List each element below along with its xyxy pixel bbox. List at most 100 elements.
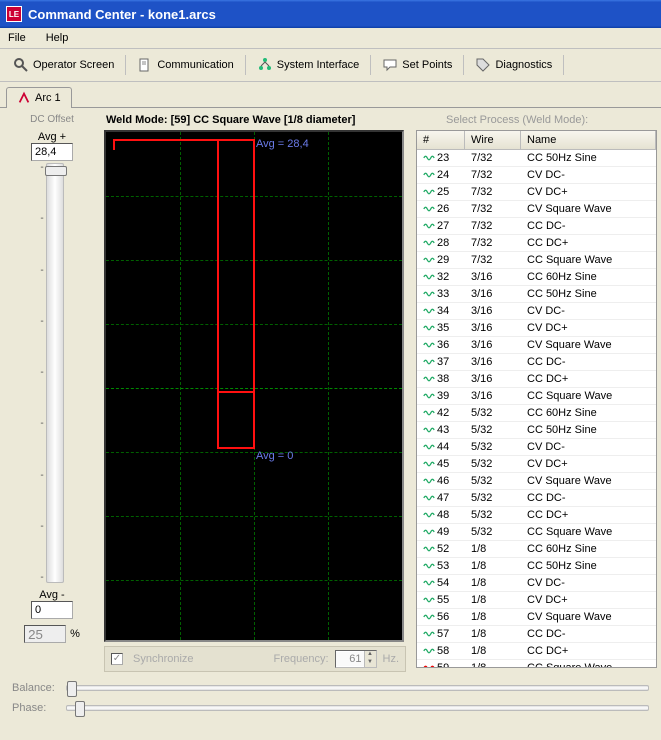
wave-icon (423, 357, 435, 367)
phase-slider[interactable] (66, 705, 649, 711)
table-row[interactable]: 297/32CC Square Wave (417, 252, 656, 269)
wave-icon (423, 391, 435, 401)
table-row[interactable]: 363/16CV Square Wave (417, 337, 656, 354)
row-wire: 7/32 (465, 185, 521, 199)
frequency-input (336, 652, 364, 666)
table-row[interactable]: 425/32CC 60Hz Sine (417, 405, 656, 422)
table-row[interactable]: 591/8CC Square Wave (417, 660, 656, 668)
row-wire: 3/16 (465, 287, 521, 301)
subtab-arc1[interactable]: Arc 1 (6, 87, 72, 108)
table-row[interactable]: 393/16CC Square Wave (417, 388, 656, 405)
window-title: Command Center - kone1.arcs (28, 7, 216, 22)
row-name: CV DC- (521, 304, 656, 318)
table-row[interactable]: 435/32CC 50Hz Sine (417, 422, 656, 439)
avg-minus-label: Avg - (39, 589, 64, 601)
table-row[interactable]: 257/32CV DC+ (417, 184, 656, 201)
table-row[interactable]: 287/32CC DC+ (417, 235, 656, 252)
row-num: 38 (437, 373, 449, 385)
table-row[interactable]: 581/8CC DC+ (417, 643, 656, 660)
wave-icon (423, 527, 435, 537)
spin-up[interactable]: ▲ (364, 651, 376, 659)
col-wire[interactable]: Wire (465, 131, 521, 149)
phase-thumb[interactable] (75, 701, 85, 717)
menu-help[interactable]: Help (42, 30, 73, 46)
row-name: CV Square Wave (521, 202, 656, 216)
tab-set-points[interactable]: Set Points (375, 53, 459, 77)
plot-label-avg-plus: Avg = 28,4 (256, 138, 309, 150)
spin-down[interactable]: ▼ (364, 659, 376, 667)
row-num: 45 (437, 458, 449, 470)
process-grid[interactable]: # Wire Name 237/32CC 50Hz Sine247/32CV D… (416, 130, 657, 668)
table-row[interactable]: 485/32CC DC+ (417, 507, 656, 524)
table-row[interactable]: 237/32CC 50Hz Sine (417, 150, 656, 167)
row-num: 28 (437, 237, 449, 249)
arc-icon (17, 91, 31, 105)
row-wire: 1/8 (465, 644, 521, 658)
row-wire: 7/32 (465, 219, 521, 233)
table-row[interactable]: 343/16CV DC- (417, 303, 656, 320)
table-row[interactable]: 267/32CV Square Wave (417, 201, 656, 218)
table-row[interactable]: 571/8CC DC- (417, 626, 656, 643)
avg-plus-input[interactable] (31, 143, 73, 161)
balance-slider[interactable] (66, 685, 649, 691)
tab-diagnostics[interactable]: Diagnostics (468, 53, 559, 77)
tab-operator-screen[interactable]: Operator Screen (6, 53, 121, 77)
row-name: CC 50Hz Sine (521, 559, 656, 573)
table-row[interactable]: 353/16CV DC+ (417, 320, 656, 337)
row-wire: 3/16 (465, 338, 521, 352)
frequency-spinner[interactable]: ▲▼ (335, 650, 377, 668)
table-row[interactable]: 277/32CC DC- (417, 218, 656, 235)
table-row[interactable]: 495/32CC Square Wave (417, 524, 656, 541)
row-name: CC DC+ (521, 644, 656, 658)
table-row[interactable]: 445/32CV DC- (417, 439, 656, 456)
table-row[interactable]: 323/16CC 60Hz Sine (417, 269, 656, 286)
table-row[interactable]: 373/16CC DC- (417, 354, 656, 371)
row-num: 23 (437, 152, 449, 164)
wave-icon (423, 306, 435, 316)
subtab-arc1-label: Arc 1 (35, 92, 61, 104)
balance-thumb[interactable] (67, 681, 77, 697)
row-wire: 5/32 (465, 423, 521, 437)
dc-offset-slider[interactable] (46, 163, 64, 583)
row-num: 39 (437, 390, 449, 402)
synchronize-checkbox[interactable]: ✓ (111, 653, 123, 665)
wave-icon (423, 510, 435, 520)
menu-file[interactable]: File (4, 30, 30, 46)
row-wire: 7/32 (465, 253, 521, 267)
col-num[interactable]: # (417, 131, 465, 149)
table-row[interactable]: 521/8CC 60Hz Sine (417, 541, 656, 558)
row-name: CV DC- (521, 168, 656, 182)
row-num: 42 (437, 407, 449, 419)
row-name: CC Square Wave (521, 525, 656, 539)
wave-icon (423, 255, 435, 265)
row-wire: 5/32 (465, 508, 521, 522)
row-name: CC DC+ (521, 236, 656, 250)
content-area: DC Offset Avg + --------- Avg - % Weld M… (0, 108, 661, 676)
table-row[interactable]: 475/32CC DC- (417, 490, 656, 507)
table-row[interactable]: 551/8CV DC+ (417, 592, 656, 609)
main-toolbar: Operator Screen Communication System Int… (0, 49, 661, 82)
tab-system-label: System Interface (277, 59, 360, 71)
avg-minus-input[interactable] (31, 601, 73, 619)
wave-icon (423, 221, 435, 231)
tab-system-interface[interactable]: System Interface (250, 53, 367, 77)
table-row[interactable]: 247/32CV DC- (417, 167, 656, 184)
table-row[interactable]: 383/16CC DC+ (417, 371, 656, 388)
row-num: 27 (437, 220, 449, 232)
table-row[interactable]: 465/32CV Square Wave (417, 473, 656, 490)
col-name[interactable]: Name (521, 131, 656, 149)
wave-icon (423, 544, 435, 554)
table-row[interactable]: 455/32CV DC+ (417, 456, 656, 473)
row-wire: 5/32 (465, 525, 521, 539)
slider-thumb[interactable] (45, 166, 67, 176)
magnifier-icon (13, 57, 29, 73)
app-icon: LE (6, 6, 22, 22)
wave-icon (423, 629, 435, 639)
table-row[interactable]: 333/16CC 50Hz Sine (417, 286, 656, 303)
table-row[interactable]: 541/8CV DC- (417, 575, 656, 592)
table-row[interactable]: 531/8CC 50Hz Sine (417, 558, 656, 575)
row-name: CC DC- (521, 491, 656, 505)
table-row[interactable]: 561/8CV Square Wave (417, 609, 656, 626)
tab-communication[interactable]: Communication (130, 53, 240, 77)
row-num: 44 (437, 441, 449, 453)
